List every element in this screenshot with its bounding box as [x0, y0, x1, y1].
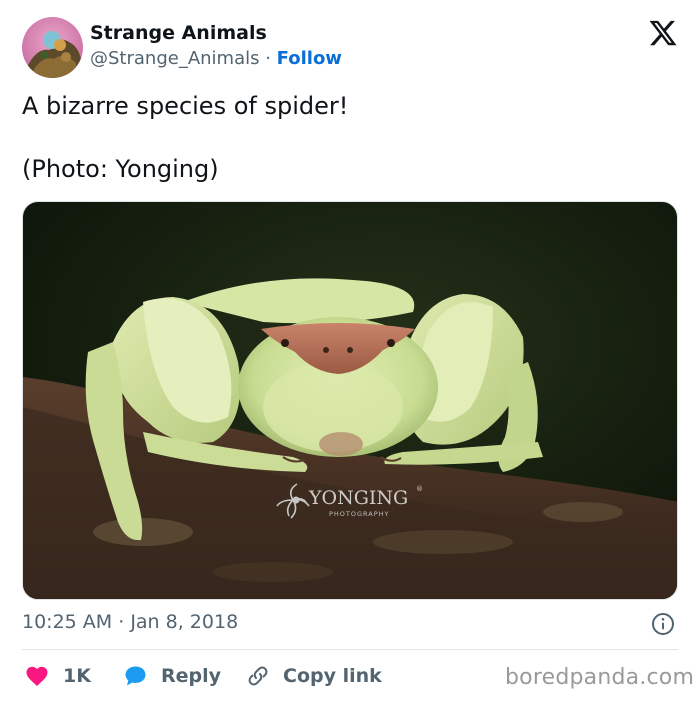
user-handle[interactable]: @Strange_Animals	[90, 48, 260, 69]
tweet-text-line-1: A bizarre species of spider!	[22, 92, 349, 120]
copy-link-button[interactable]: Copy link	[246, 663, 382, 689]
handle-row: @Strange_Animals · Follow	[90, 48, 342, 69]
tweet-card: Strange Animals @Strange_Animals · Follo…	[0, 0, 700, 702]
watermark-sub: PHOTOGRAPHY	[329, 510, 390, 518]
follow-link[interactable]: Follow	[277, 48, 342, 69]
speech-bubble-icon	[125, 666, 146, 686]
handle-separator: ·	[259, 48, 277, 69]
tweet-timestamp[interactable]: 10:25 AM · Jan 8, 2018	[22, 611, 238, 633]
divider	[22, 649, 678, 650]
info-icon[interactable]	[651, 612, 675, 636]
tweet-text-line-2: (Photo: Yonging)	[22, 155, 219, 183]
spider-photo: YONGING ® PHOTOGRAPHY	[23, 202, 677, 599]
tweet-photo[interactable]: YONGING ® PHOTOGRAPHY	[22, 201, 678, 600]
link-icon	[248, 666, 268, 686]
copy-link-label: Copy link	[283, 665, 382, 687]
timestamp-separator: ·	[112, 611, 131, 633]
watermark-registered: ®	[416, 485, 423, 493]
tweet-time: 10:25 AM	[22, 611, 113, 633]
avatar[interactable]	[22, 17, 83, 78]
tweet-date: Jan 8, 2018	[130, 611, 239, 633]
site-watermark: boredpanda.com	[505, 665, 695, 690]
avatar-image	[22, 17, 83, 78]
x-logo-icon[interactable]	[648, 18, 678, 48]
like-count: 1K	[63, 665, 91, 687]
heart-icon	[26, 666, 48, 686]
like-button[interactable]: 1K	[25, 663, 91, 689]
reply-label: Reply	[161, 665, 222, 687]
watermark-name: YONGING	[308, 487, 408, 509]
reply-button[interactable]: Reply	[124, 663, 221, 689]
display-name[interactable]: Strange Animals	[90, 22, 267, 44]
